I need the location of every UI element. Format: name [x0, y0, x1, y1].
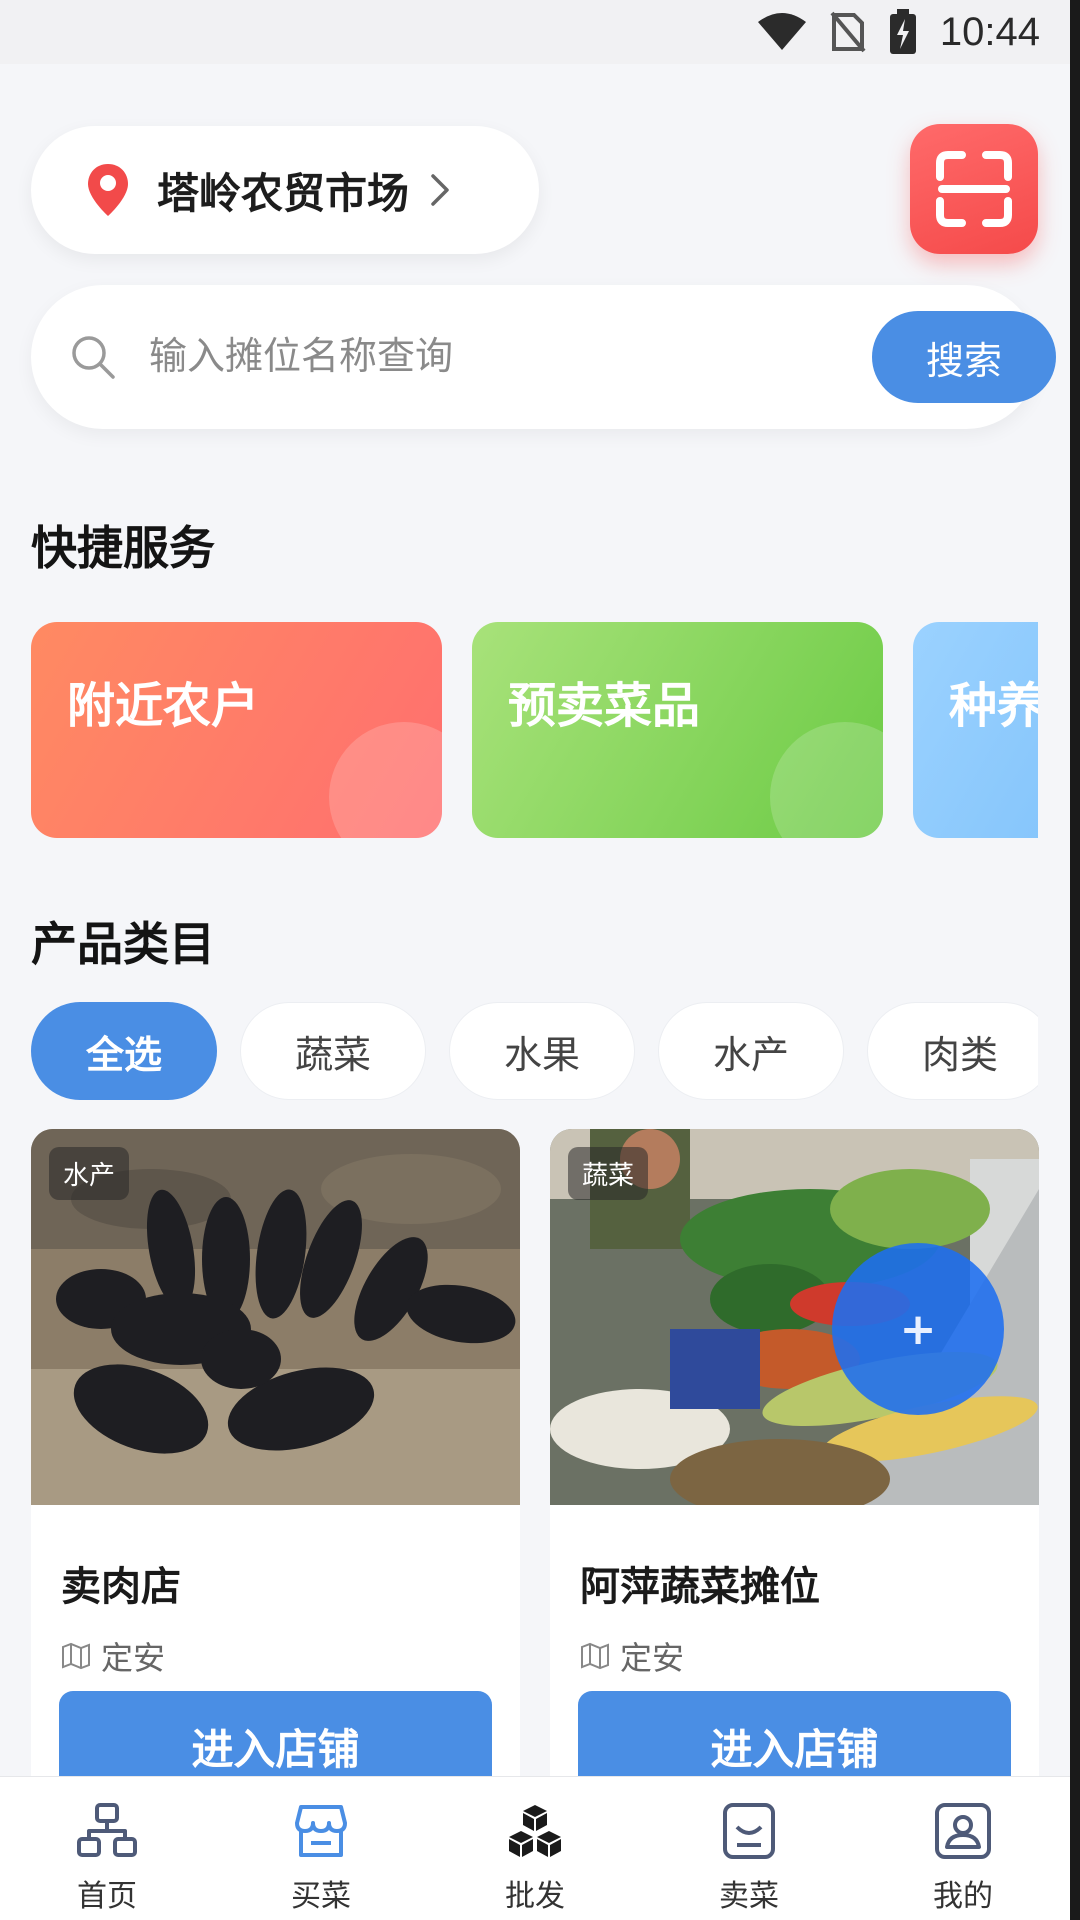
category-chip-all[interactable]: 全选 [31, 1002, 217, 1100]
battery-charging-icon [889, 9, 916, 54]
shop-location-text: 定安 [101, 1639, 166, 1677]
decorative-bubble [329, 722, 442, 838]
shop-category-tag: 水产 [49, 1147, 130, 1200]
nav-item-home[interactable]: 首页 [0, 1777, 214, 1920]
chevron-right-icon [431, 174, 449, 206]
home-network-icon [77, 1803, 137, 1857]
shop-card[interactable]: 水产 卖肉店 定安 进入店铺 [31, 1129, 520, 1829]
nav-label: 我的 [933, 1879, 993, 1914]
scale-icon [723, 1803, 775, 1859]
map-icon [62, 1642, 90, 1670]
search-button[interactable]: 搜索 [872, 311, 1056, 403]
search-icon [72, 336, 115, 379]
quick-card-label: 预卖菜品 [508, 678, 701, 734]
quick-services-title: 快捷服务 [31, 521, 215, 575]
shop-photo-piglets: 水产 [31, 1129, 520, 1505]
shop-icon [295, 1805, 347, 1857]
quick-card-label: 种养 [949, 678, 1038, 734]
search-input[interactable] [149, 323, 849, 389]
shop-location: 定安 [61, 1633, 165, 1679]
plus-icon: + [899, 1303, 937, 1355]
nav-item-buy-produce[interactable]: 买菜 [214, 1777, 428, 1920]
nav-label: 批发 [505, 1879, 565, 1914]
screen-edge [1070, 0, 1080, 1920]
category-chip-vegetables[interactable]: 蔬菜 [240, 1002, 426, 1100]
shop-location: 定安 [580, 1633, 684, 1679]
nav-label: 首页 [77, 1879, 137, 1914]
shop-location-text: 定安 [620, 1639, 685, 1677]
nav-label: 买菜 [291, 1879, 351, 1914]
add-floating-button[interactable]: + [832, 1243, 1004, 1415]
wifi-icon [757, 13, 806, 50]
quick-card-label: 附近农户 [67, 678, 260, 734]
boxes-icon [509, 1805, 561, 1857]
location-pin-icon [88, 164, 128, 216]
shop-category-tag: 蔬菜 [568, 1147, 649, 1200]
decorative-bubble [770, 722, 883, 838]
nav-label: 卖菜 [719, 1879, 779, 1914]
status-time: 10:44 [939, 9, 1040, 54]
market-name: 塔岭农贸市场 [157, 168, 410, 218]
shop-name: 卖肉店 [61, 1564, 181, 1610]
bottom-navigation: 首页 买菜 批发 卖菜 我的 [0, 1776, 1070, 1920]
search-bar: 搜索 [31, 285, 1056, 429]
quick-card-nearby-farmers[interactable]: 附近农户 [31, 622, 442, 838]
scan-icon [936, 151, 1012, 227]
scan-button[interactable] [910, 124, 1038, 254]
shop-name: 阿萍蔬菜摊位 [580, 1564, 820, 1610]
profile-icon [935, 1803, 991, 1859]
quick-services-list: 附近农户 预卖菜品 种养 [31, 622, 1038, 838]
market-location-selector[interactable]: 塔岭农贸市场 [31, 126, 539, 254]
category-chip-meat[interactable]: 肉类 [867, 1002, 1038, 1100]
category-chip-seafood[interactable]: 水产 [658, 1002, 844, 1100]
category-chip-fruit[interactable]: 水果 [449, 1002, 635, 1100]
no-sim-icon [830, 11, 866, 53]
nav-item-profile[interactable]: 我的 [856, 1777, 1070, 1920]
category-chip-list: 全选 蔬菜 水果 水产 肉类 [0, 990, 1038, 1110]
quick-card-farming[interactable]: 种养 [913, 622, 1038, 838]
quick-card-presale-produce[interactable]: 预卖菜品 [472, 622, 883, 838]
shop-card[interactable]: 蔬菜 阿萍蔬菜摊位 定安 进入店铺 [550, 1129, 1039, 1829]
map-icon [581, 1642, 609, 1670]
product-categories-title: 产品类目 [31, 917, 215, 971]
nav-item-sell-produce[interactable]: 卖菜 [642, 1777, 856, 1920]
status-bar: 10:44 [0, 0, 1070, 64]
nav-item-wholesale[interactable]: 批发 [428, 1777, 642, 1920]
